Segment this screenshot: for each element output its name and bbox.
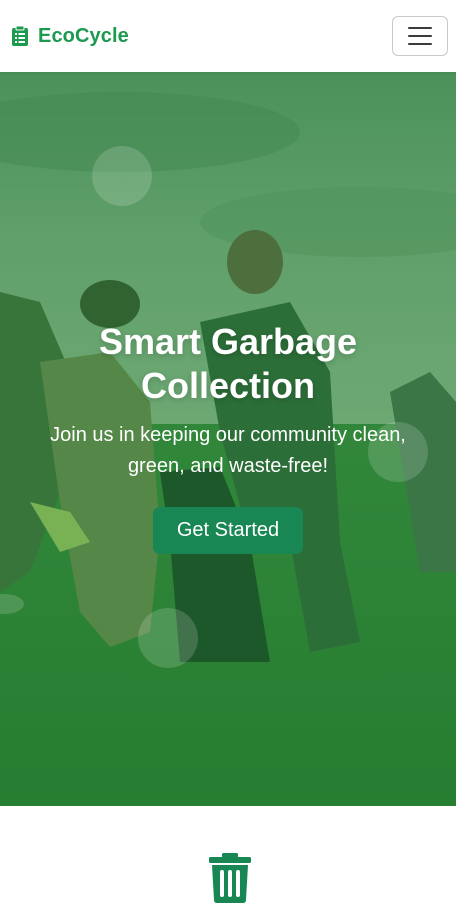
trash-icon: [209, 853, 251, 903]
hero-section: Smart Garbage Collection Join us in keep…: [0, 72, 456, 806]
decorative-bubble: [92, 146, 152, 206]
navbar: EcoCycle: [0, 0, 456, 72]
hamburger-menu-icon: [408, 27, 432, 29]
hero-subtitle: Join us in keeping our community clean, …: [50, 424, 406, 477]
hero-content: Smart Garbage Collection Join us in keep…: [0, 320, 456, 554]
feature-section: [0, 806, 456, 908]
menu-toggle-button[interactable]: [392, 16, 448, 56]
hamburger-menu-icon: [408, 43, 432, 45]
hamburger-menu-icon: [408, 35, 432, 37]
get-started-button[interactable]: Get Started: [152, 507, 304, 554]
decorative-bubble: [138, 608, 198, 668]
hero-title: Smart Garbage Collection: [98, 321, 358, 406]
brand-name: EcoCycle: [38, 24, 129, 47]
clipboard-icon: [12, 25, 28, 46]
brand-link[interactable]: EcoCycle: [11, 25, 129, 48]
